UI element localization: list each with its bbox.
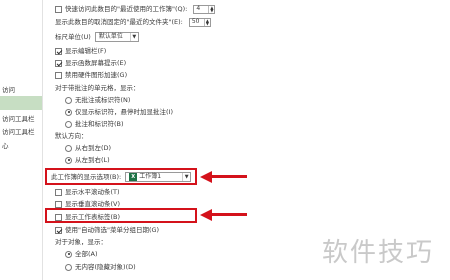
spinner-arrows-icon[interactable]: ▲ ▼ <box>208 5 214 13</box>
vertical-scrollbar-checkbox[interactable] <box>55 200 62 208</box>
nav-item-quick-access[interactable]: 访问工具栏 <box>0 114 42 125</box>
recent-workbooks-row: 快速访问此数目的"最近使用的工作簿"(Q): 4 ▲ ▼ <box>55 4 216 14</box>
objects-all-row: 全部(A) <box>65 249 98 259</box>
recent-folders-value: 50 <box>191 18 200 25</box>
objects-nothing-radio[interactable] <box>65 263 72 271</box>
objects-all-label: 全部(A) <box>75 250 98 258</box>
watermark: 软件技巧 <box>322 238 435 268</box>
show-function-tips-checkbox[interactable] <box>55 59 62 67</box>
disable-hw-accel-label: 禁用硬件图形加速(G) <box>65 71 128 79</box>
horizontal-scrollbar-label: 显示水平滚动条(T) <box>65 188 120 196</box>
highlight-box-sheet-tabs <box>45 208 197 223</box>
disable-hw-accel-row: 禁用硬件图形加速(G) <box>55 70 127 80</box>
objects-header-label: 对于对象，显示： <box>55 238 107 246</box>
ruler-units-select[interactable]: 默认单位 ▼ <box>94 32 139 42</box>
comments-header-row: 对于带批注的单元格，显示： <box>55 83 140 93</box>
nav-item-label: 心 <box>2 142 9 150</box>
left-to-right-radio[interactable] <box>65 156 72 164</box>
objects-nothing-row: 无内容(隐藏对象)(D) <box>65 262 136 272</box>
arrow-shaft <box>211 213 247 216</box>
left-to-right-label: 从左到右(L) <box>75 156 110 164</box>
nav-item-access[interactable]: 访问 <box>0 85 42 96</box>
comments-indicators-row: 批注和标识符(B) <box>65 119 124 129</box>
no-comments-label: 无批注或标识符(N) <box>75 96 131 104</box>
ruler-units-value: 默认单位 <box>98 33 123 40</box>
default-direction-row: 默认方向： <box>55 131 88 141</box>
horizontal-scrollbar-checkbox[interactable] <box>55 188 62 196</box>
recent-workbooks-value: 4 <box>196 5 201 12</box>
ruler-units-row: 标尺单位(U) 默认单位 ▼ <box>55 32 139 42</box>
comments-header-label: 对于带批注的单元格，显示： <box>55 84 140 92</box>
indicators-only-row: 仅显示标识符，悬停时加显批注(I) <box>65 107 173 117</box>
show-formula-bar-row: 显示编辑栏(F) <box>55 46 106 56</box>
show-formula-bar-checkbox[interactable] <box>55 47 62 55</box>
recent-workbooks-checkbox[interactable] <box>55 5 62 13</box>
highlight-box-workbook-options <box>45 168 197 185</box>
nav-item-label: 访问工具栏 <box>2 115 35 123</box>
comments-indicators-radio[interactable] <box>65 120 72 128</box>
no-comments-row: 无批注或标识符(N) <box>65 95 130 105</box>
nav-item-quick-access-toolbar[interactable]: 访问工具栏 <box>0 127 42 138</box>
group-dates-label: 使用"自动筛选"菜单分组日期(G) <box>65 226 160 234</box>
indicators-only-label: 仅显示标识符，悬停时加显批注(I) <box>75 108 173 116</box>
objects-all-radio[interactable] <box>65 250 72 258</box>
group-dates-row: 使用"自动筛选"菜单分组日期(G) <box>55 225 159 235</box>
left-to-right-row: 从左到右(L) <box>65 155 110 165</box>
objects-nothing-label: 无内容(隐藏对象)(D) <box>75 263 136 271</box>
nav-item-label: 访问 <box>2 86 15 94</box>
right-to-left-label: 从右到左(D) <box>75 144 112 152</box>
ruler-units-label: 标尺单位(U) <box>55 33 91 41</box>
show-function-tips-row: 显示函数屏幕提示(E) <box>55 58 126 68</box>
chevron-down-icon: ▼ <box>129 33 138 41</box>
recent-workbooks-spinner[interactable]: 4 ▲ ▼ <box>193 4 216 14</box>
recent-workbooks-label: 快速访问此数目的"最近使用的工作簿"(Q): <box>65 5 188 13</box>
show-formula-bar-label: 显示编辑栏(F) <box>65 47 107 55</box>
spinner-arrows-icon[interactable]: ▲ ▼ <box>203 18 210 26</box>
options-navigation: 访问 访问工具栏 访问工具栏 心 <box>0 0 42 280</box>
no-comments-radio[interactable] <box>65 96 72 104</box>
indicators-only-radio[interactable] <box>65 108 72 116</box>
nav-item-advanced[interactable] <box>0 96 42 110</box>
horizontal-scrollbar-row: 显示水平滚动条(T) <box>55 187 120 197</box>
default-direction-label: 默认方向： <box>55 132 88 140</box>
group-dates-checkbox[interactable] <box>55 226 62 234</box>
right-to-left-row: 从右到左(D) <box>65 143 111 153</box>
recent-folders-spinner[interactable]: 50 ▲ ▼ <box>188 17 211 27</box>
arrow-shaft <box>211 175 247 178</box>
right-to-left-radio[interactable] <box>65 144 72 152</box>
disable-hw-accel-checkbox[interactable] <box>55 71 62 79</box>
recent-folders-row: 显示此数目的取消固定的"最近的文件夹"(E): 50 ▲ ▼ <box>55 17 211 27</box>
recent-folders-label: 显示此数目的取消固定的"最近的文件夹"(E): <box>55 18 183 26</box>
nav-item-trust-center[interactable]: 心 <box>0 141 42 152</box>
nav-item-label: 访问工具栏 <box>2 128 35 136</box>
comments-indicators-label: 批注和标识符(B) <box>75 120 124 128</box>
show-function-tips-label: 显示函数屏幕提示(E) <box>65 59 127 67</box>
objects-header-row: 对于对象，显示： <box>55 237 107 247</box>
